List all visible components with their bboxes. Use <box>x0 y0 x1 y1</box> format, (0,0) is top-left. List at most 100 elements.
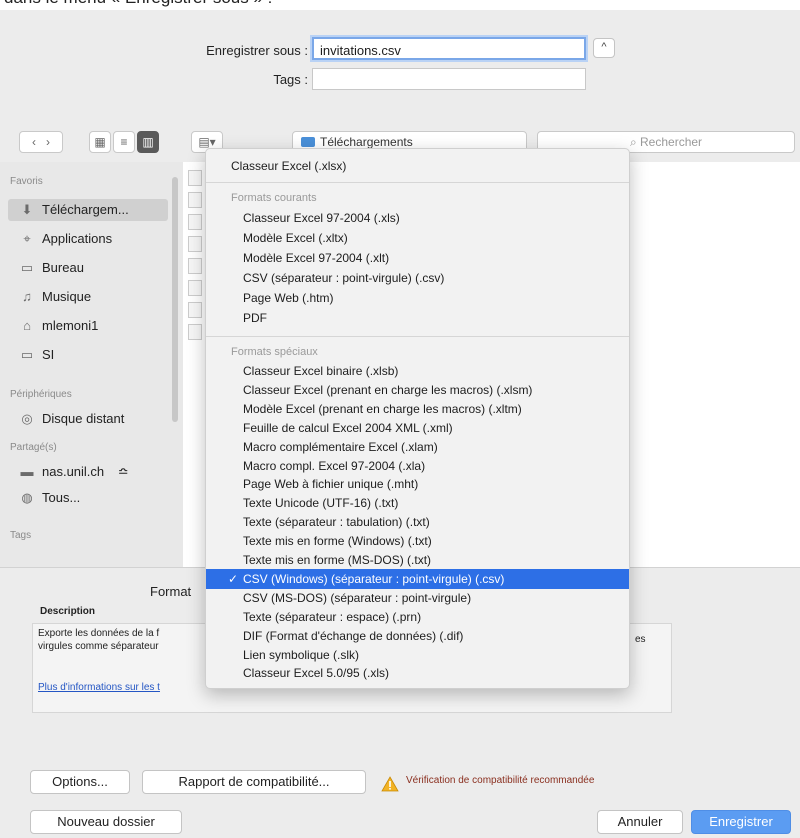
sidebar-item-label: Tous... <box>42 490 81 505</box>
options-button[interactable]: Options... <box>30 770 130 794</box>
forward-icon: › <box>46 135 50 149</box>
menu-item-special[interactable]: Classeur Excel 5.0/95 (.xls) <box>206 663 629 683</box>
menu-item-common[interactable]: CSV (séparateur : point-virgule) (.csv) <box>206 268 629 288</box>
menu-item-label: Page Web à fichier unique (.mht) <box>243 477 419 492</box>
network-icon: ◍ <box>21 490 33 505</box>
server-icon: ▬ <box>20 464 34 479</box>
menu-item-label: Texte mis en forme (MS-DOS) (.txt) <box>243 553 432 567</box>
menu-item-common[interactable]: Classeur Excel 97-2004 (.xls) <box>206 208 629 228</box>
menu-item-label: Feuille de calcul Excel 2004 XML (.xml) <box>243 420 453 435</box>
menu-item-special[interactable]: DIF (Format d'échange de données) (.dif) <box>206 626 629 646</box>
menu-item-special[interactable]: Lien symbolique (.slk) <box>206 645 629 665</box>
music-icon: ♫ <box>22 289 32 304</box>
menu-item-common[interactable]: Page Web (.htm) <box>206 288 629 308</box>
sidebar-item-si[interactable]: ▭ SI <box>18 344 54 366</box>
sidebar-item-remote-disk[interactable]: ◎ Disque distant <box>18 408 124 430</box>
file-icon[interactable] <box>188 236 202 252</box>
menu-item-label: Classeur Excel binaire (.xlsb) <box>243 364 399 378</box>
document-caption-strip: dans le menu « Enregistrer sous » : <box>0 0 800 10</box>
eject-icon[interactable]: ≏ <box>118 464 129 479</box>
sidebar-item-nas[interactable]: ▬ nas.unil.ch ≏ <box>18 461 129 483</box>
column-view-button[interactable]: ▥ <box>137 131 159 153</box>
grid-icon: ▦ <box>94 135 106 149</box>
folder-icon <box>301 137 315 147</box>
applications-icon: ⌖ <box>23 231 31 246</box>
columns-icon: ▥ <box>142 135 154 149</box>
sidebar-item-label: Disque distant <box>42 411 125 426</box>
disk-icon: ◎ <box>21 411 33 426</box>
file-icon[interactable] <box>188 170 202 186</box>
menu-header-special: Formats spéciaux <box>231 346 318 358</box>
menu-item-label: Texte Unicode (UTF-16) (.txt) <box>243 496 399 511</box>
cancel-button[interactable]: Annuler <box>597 810 683 834</box>
home-icon: ⌂ <box>23 318 31 333</box>
devices-header: Périphériques <box>10 389 72 400</box>
menu-item-special[interactable]: Texte Unicode (UTF-16) (.txt) <box>206 493 629 513</box>
sidebar-item-all[interactable]: ◍ Tous... <box>18 487 80 509</box>
file-icon[interactable] <box>188 324 202 340</box>
file-icon[interactable] <box>188 214 202 230</box>
tags-input[interactable] <box>312 68 586 90</box>
shared-header: Partagé(s) <box>10 442 57 453</box>
collapse-dialog-button[interactable]: ^ <box>593 38 615 58</box>
file-icon[interactable] <box>188 192 202 208</box>
file-icon[interactable] <box>188 280 202 296</box>
checkmark-icon: ✓ <box>228 571 239 586</box>
list-view-button[interactable]: ≡ <box>113 131 135 153</box>
menu-item-special[interactable]: Classeur Excel binaire (.xlsb) <box>206 361 629 381</box>
icon-view-button[interactable]: ▦ <box>89 131 111 153</box>
menu-item-common[interactable]: Modèle Excel (.xltx) <box>206 228 629 248</box>
group-icon: ▤▾ <box>198 135 216 149</box>
menu-item-xlsx[interactable]: Classeur Excel (.xlsx) <box>206 156 629 176</box>
sidebar-item-applications[interactable]: ⌖ Applications <box>18 228 112 250</box>
compatibility-report-button[interactable]: Rapport de compatibilité... <box>142 770 366 794</box>
tags-label: Tags : <box>273 72 308 87</box>
menu-item-label: Classeur Excel (prenant en charge les ma… <box>243 382 533 397</box>
menu-item-special[interactable]: Feuille de calcul Excel 2004 XML (.xml) <box>206 418 629 438</box>
chevron-up-icon: ^ <box>601 41 607 53</box>
menu-item-special[interactable]: Texte (séparateur : espace) (.prn) <box>206 607 629 627</box>
menu-item-special[interactable]: Texte (séparateur : tabulation) (.txt) <box>206 512 629 532</box>
search-icon: ⌕ <box>629 135 637 149</box>
sidebar-item-downloads[interactable]: ⬇ Téléchargem... <box>8 199 168 221</box>
menu-item-special[interactable]: Classeur Excel (prenant en charge les ma… <box>206 380 629 400</box>
menu-item-special[interactable]: Texte mis en forme (Windows) (.txt) <box>206 531 629 551</box>
file-icon[interactable] <box>188 302 202 318</box>
save-as-input[interactable]: invitations.csv <box>312 37 586 60</box>
menu-item-label: Texte mis en forme (Windows) (.txt) <box>243 534 432 549</box>
back-forward-buttons[interactable]: ‹ › <box>19 131 63 153</box>
menu-item-special[interactable]: Modèle Excel (prenant en charge les macr… <box>206 399 629 419</box>
sidebar-item-music[interactable]: ♫ Musique <box>18 286 91 308</box>
sidebar-item-label: Bureau <box>42 260 84 275</box>
description-text-2: virgules comme séparateur <box>38 641 159 652</box>
save-button[interactable]: Enregistrer <box>691 810 791 834</box>
sidebar-scrollbar[interactable] <box>172 177 178 422</box>
menu-item-special[interactable]: Macro complémentaire Excel (.xlam) <box>206 437 629 457</box>
tags-header: Tags <box>10 530 32 541</box>
menu-item-common[interactable]: Modèle Excel 97-2004 (.xlt) <box>206 248 629 268</box>
menu-item-selected[interactable]: ✓ CSV (Windows) (séparateur : point-virgu… <box>206 568 629 589</box>
new-folder-button[interactable]: Nouveau dossier <box>30 810 182 834</box>
menu-item-special[interactable]: Texte mis en forme (MS-DOS) (.txt) <box>206 550 629 570</box>
menu-item-common[interactable]: PDF <box>206 308 629 328</box>
warning-icon <box>381 776 399 792</box>
sidebar-item-home[interactable]: ⌂ mlemoni1 <box>18 315 98 337</box>
file-icon[interactable] <box>188 258 202 274</box>
menu-item-label: CSV (MS-DOS) (séparateur : point-virgule… <box>243 590 472 605</box>
menu-item-label: Texte (séparateur : tabulation) (.txt) <box>243 515 430 530</box>
menu-item-label: Modèle Excel (prenant en charge les macr… <box>243 401 522 416</box>
menu-item-special[interactable]: Page Web à fichier unique (.mht) <box>206 474 629 494</box>
list-icon: ≡ <box>120 135 128 149</box>
search-placeholder: Rechercher <box>640 135 703 149</box>
sidebar-item-desktop[interactable]: ▭ Bureau <box>18 257 84 279</box>
sidebar-item-label: nas.unil.ch <box>42 464 105 479</box>
more-info-link[interactable]: Plus d'informations sur les t <box>38 682 160 693</box>
menu-item-special[interactable]: Macro compl. Excel 97-2004 (.xla) <box>206 456 629 476</box>
sidebar-item-label: Musique <box>42 289 92 304</box>
menu-item-label: CSV (Windows) (séparateur : point-virgul… <box>243 571 505 586</box>
sidebar-item-label: Téléchargem... <box>42 202 129 217</box>
menu-item-special[interactable]: CSV (MS-DOS) (séparateur : point-virgule… <box>206 588 629 608</box>
format-label: Format <box>150 584 192 599</box>
menu-item-label: DIF (Format d'échange de données) (.dif) <box>243 628 464 643</box>
format-dropdown-menu[interactable]: Classeur Excel (.xlsx) Formats courants … <box>205 148 630 689</box>
